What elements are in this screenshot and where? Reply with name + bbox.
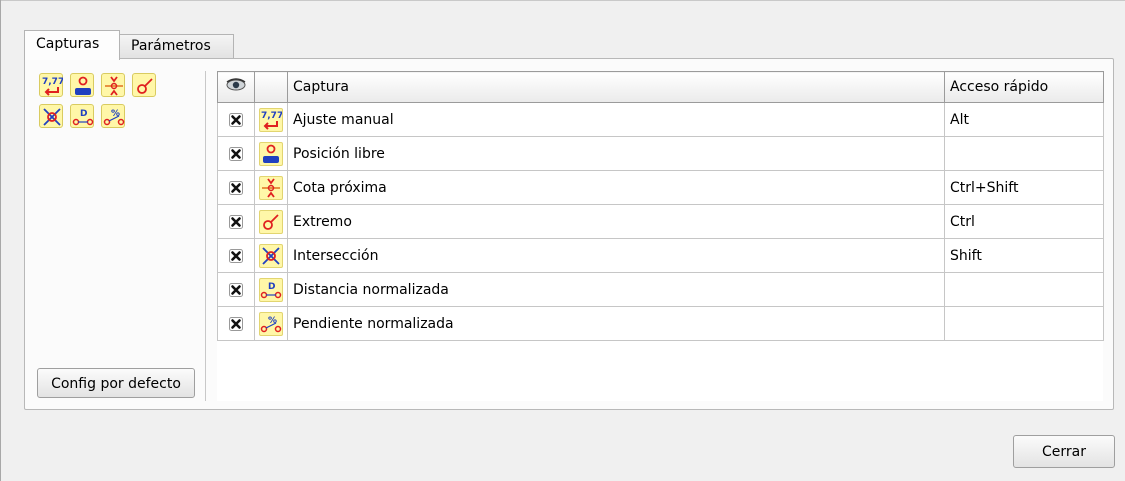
shortcut-cell[interactable] [944,272,1104,307]
capture-column-header[interactable]: Captura [287,71,945,103]
intersection-tool-button[interactable] [39,104,63,128]
normalized-slope-icon: % [259,311,283,336]
table-row[interactable]: Cota próxima Ctrl+Shift [217,170,1104,205]
shortcut-cell[interactable]: Ctrl+Shift [944,170,1104,205]
capture-icon-cell: % [254,306,288,341]
window-top-border [0,0,1125,1]
vertical-separator [205,71,206,401]
table-row[interactable]: Intersección Shift [217,238,1104,273]
capture-name-cell[interactable]: Posición libre [287,136,945,171]
nearest-dimension-tool-button[interactable] [101,73,125,97]
nearest-dimension-icon [259,175,283,200]
checkbox-checked-icon[interactable] [229,180,243,195]
table-header-row: Captura Acceso rápido [217,71,1104,103]
manual-adjust-tool-button[interactable]: 7,77 [39,73,63,97]
visibility-cell[interactable] [217,136,255,171]
checkbox-checked-icon[interactable] [229,316,243,331]
checkbox-checked-icon[interactable] [229,282,243,297]
capture-icon-cell [254,136,288,171]
capture-name-cell[interactable]: Extremo [287,204,945,239]
svg-text:D: D [268,282,275,292]
table-row[interactable]: D Distancia normalizada [217,272,1104,307]
table-row[interactable]: % Pendiente normalizada [217,306,1104,341]
shortcut-cell[interactable]: Alt [944,102,1104,137]
visibility-cell[interactable] [217,238,255,273]
close-button[interactable]: Cerrar [1013,435,1115,468]
intersection-icon [43,108,61,126]
checkbox-checked-icon[interactable] [229,112,243,127]
capture-name-cell[interactable]: Intersección [287,238,945,273]
endpoint-tool-button[interactable] [132,73,156,97]
svg-text:7,77: 7,77 [42,77,63,87]
normalized-slope-icon: % [103,109,125,126]
free-position-tool-button[interactable] [70,73,94,97]
captures-panel: 7,77 D % Config por defecto Captura Acce… [24,58,1114,410]
table-row[interactable]: Extremo Ctrl [217,204,1104,239]
eye-icon [226,78,246,91]
normalized-distance-icon: D [72,109,94,126]
captures-table-area: Captura Acceso rápido 7,77 Ajuste manual A… [217,71,1104,401]
free-position-icon [75,76,91,95]
capture-icon-cell: D [254,272,288,307]
checkbox-checked-icon[interactable] [229,146,243,161]
intersection-icon [259,243,283,268]
visibility-cell[interactable] [217,204,255,239]
normalized-distance-icon: D [259,277,283,302]
endpoint-icon [137,78,153,94]
svg-text:D: D [80,109,87,119]
visibility-cell[interactable] [217,102,255,137]
shortcut-column-header[interactable]: Acceso rápido [944,71,1104,103]
checkbox-checked-icon[interactable] [229,214,243,229]
table-row[interactable]: Posición libre [217,136,1104,171]
shortcut-cell[interactable] [944,306,1104,341]
capture-icon-cell [254,204,288,239]
manual-adjust-icon: 7,77 [42,77,63,96]
capture-name-cell[interactable]: Cota próxima [287,170,945,205]
capture-name-cell[interactable]: Ajuste manual [287,102,945,137]
normalized-distance-tool-button[interactable]: D [70,104,94,128]
capture-name-cell[interactable]: Distancia normalizada [287,272,945,307]
capture-icon-cell [254,170,288,205]
shortcut-cell[interactable]: Shift [944,238,1104,273]
window-left-border [0,0,1,481]
tab-parametros[interactable]: Parámetros [119,34,234,59]
capture-icon-cell [254,238,288,273]
shortcut-cell[interactable] [944,136,1104,171]
visibility-column-header[interactable] [217,71,255,103]
shortcut-cell[interactable]: Ctrl [944,204,1104,239]
config-default-button[interactable]: Config por defecto [37,368,195,398]
visibility-cell[interactable] [217,272,255,307]
free-position-icon [259,141,283,166]
capture-icon-cell: 7,77 [254,102,288,137]
icon-column-header[interactable] [254,71,288,103]
captures-table: Captura Acceso rápido 7,77 Ajuste manual A… [217,71,1104,341]
visibility-cell[interactable] [217,170,255,205]
checkbox-checked-icon[interactable] [229,248,243,263]
table-row[interactable]: 7,77 Ajuste manual Alt [217,102,1104,137]
tab-capturas[interactable]: Capturas [24,30,120,60]
normalized-slope-tool-button[interactable]: % [101,104,125,128]
manual-adjust-icon: 7,77 [259,107,283,132]
endpoint-icon [259,209,283,234]
capture-name-cell[interactable]: Pendiente normalizada [287,306,945,341]
nearest-dimension-icon [105,76,123,96]
visibility-cell[interactable] [217,306,255,341]
svg-text:7,77: 7,77 [261,111,282,121]
